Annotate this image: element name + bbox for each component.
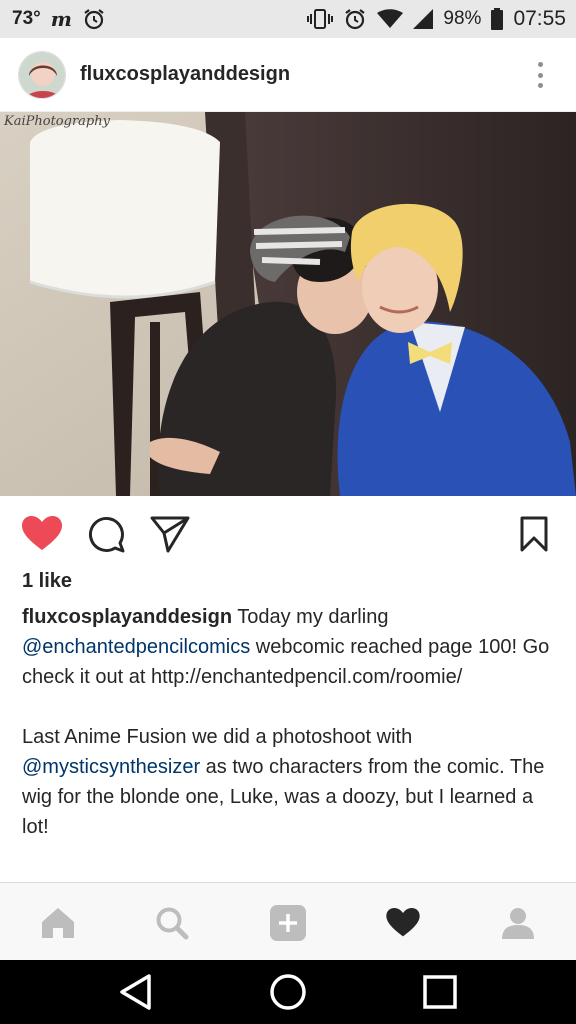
post-actions [0,500,576,568]
comment-icon[interactable] [86,514,126,554]
add-post-icon[interactable] [268,903,308,943]
signal-icon [413,9,434,29]
caption-text: Today my darling [232,606,389,628]
profile-icon[interactable] [498,903,538,943]
bottom-navigation [0,882,576,960]
post-header: fluxcosplayanddesign [0,38,576,112]
status-time: 07:55 [513,7,566,30]
like-heart-icon[interactable] [22,514,62,554]
home-icon[interactable] [38,903,78,943]
post-username[interactable]: fluxcosplayanddesign [80,63,290,86]
post-photo[interactable]: KaiPhotography [0,112,576,496]
carrier-icon: m [50,7,72,31]
wifi-icon [377,9,404,29]
post-caption: fluxcosplayanddesign Today my darling @e… [22,602,558,842]
search-icon[interactable] [152,903,192,943]
android-navigation-bar [0,960,576,1024]
avatar[interactable] [18,50,66,99]
photo-watermark: KaiPhotography [4,114,110,129]
battery-icon [491,8,504,30]
caption-username[interactable]: fluxcosplayanddesign [22,606,232,628]
recents-icon[interactable] [420,972,460,1012]
alarm-icon [82,7,106,31]
share-icon[interactable] [150,514,190,554]
alarm-icon [343,7,367,31]
vibrate-icon [307,8,334,30]
status-temperature: 73° [12,8,41,29]
likes-count[interactable]: 1 like [22,570,72,593]
bookmark-icon[interactable] [514,514,554,554]
home-circle-icon[interactable] [268,972,308,1012]
back-icon[interactable] [116,972,156,1012]
activity-heart-icon[interactable] [383,903,423,943]
caption-text: Last Anime Fusion we did a photoshoot wi… [22,726,413,748]
battery-percent: 98% [443,8,482,29]
status-bar: 73° m 98% 07:55 [0,0,576,38]
mention-link[interactable]: @enchantedpencilcomics [22,636,250,658]
more-options-icon[interactable] [534,58,546,92]
mention-link[interactable]: @mysticsynthesizer [22,756,200,778]
